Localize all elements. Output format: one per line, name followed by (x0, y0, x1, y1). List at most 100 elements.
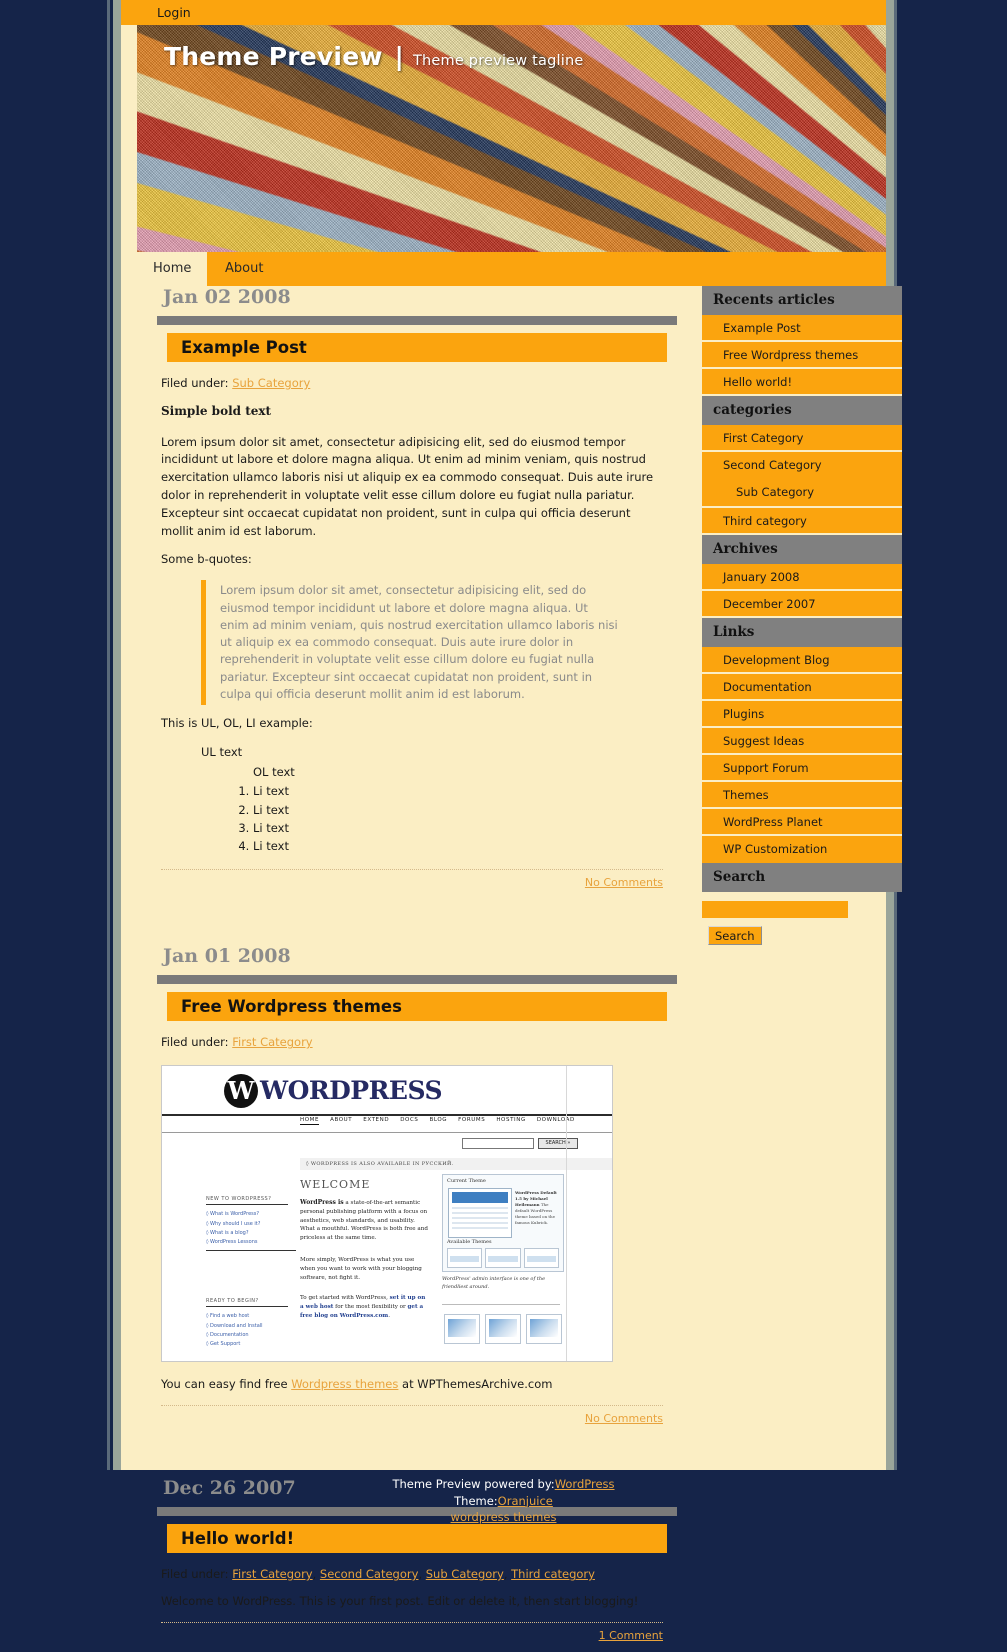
widget-search: Search Search (702, 863, 902, 948)
wp-nav-item: ABOUT (330, 1117, 353, 1124)
post-blockquote: Lorem ipsum dolor sit amet, consectetur … (201, 580, 620, 706)
list-item[interactable]: Support Forum (702, 755, 902, 782)
sidebar-link[interactable]: WP Customization (702, 836, 902, 863)
sidebar-link[interactable]: WordPress Planet (702, 809, 902, 836)
category-link[interactable]: First Category (232, 1035, 312, 1049)
footer-theme-label: Theme: (454, 1493, 498, 1508)
wp-sidebar-link: ◊ WordPress Lessons (206, 1239, 258, 1246)
list-item[interactable]: December 2007 (702, 591, 902, 618)
wp-sidebar-link: ◊ What is a blog? (206, 1229, 249, 1236)
post-title-bar[interactable]: Example Post (167, 333, 667, 362)
wp-p3-before: To get started with WordPress, (300, 1295, 390, 1302)
comments-link[interactable]: 1 Comment (599, 1629, 663, 1642)
main-column: Jan 02 2008 Example Post Filed under: Su… (157, 286, 691, 1652)
wp-panel-preview-icon (448, 1188, 512, 1239)
tab-about[interactable]: About (209, 252, 279, 286)
category-link[interactable]: First Category (232, 1567, 312, 1581)
category-sub: Sub Category (702, 479, 902, 506)
category-link[interactable]: Third category (511, 1567, 595, 1581)
sidebar-link[interactable]: Documentation (702, 674, 902, 701)
filed-under-label: Filed under: (161, 1035, 229, 1050)
footer-powered-label: Theme Preview powered by: (392, 1477, 555, 1491)
list-example: UL text OL text Li text Li text Li text … (201, 744, 661, 856)
wp-panel-current-label: Current Theme (447, 1178, 486, 1185)
list-item[interactable]: Development Blog (702, 647, 902, 674)
sidebar-link[interactable]: Development Blog (702, 647, 902, 674)
list-item[interactable]: Suggest Ideas (702, 728, 902, 755)
wp-preview-line (452, 1212, 508, 1215)
sidebar-link[interactable]: Support Forum (702, 755, 902, 782)
sidebar-link[interactable]: Hello world! (702, 369, 902, 396)
widget-title: Recents articles (702, 286, 902, 315)
ol-text: OL text (253, 764, 295, 779)
post-date: Jan 01 2008 (163, 945, 291, 968)
category-link[interactable]: Second Category (320, 1567, 419, 1581)
sidebar-link[interactable]: Second Category (702, 452, 902, 479)
list-item[interactable]: First Category (702, 425, 902, 452)
sidebar-link[interactable]: Themes (702, 782, 902, 809)
sidebar-link[interactable]: First Category (702, 425, 902, 452)
wp-third-paragraph: To get started with WordPress, set it up… (300, 1294, 428, 1320)
sidebar-link[interactable]: Example Post (702, 315, 902, 342)
list-item[interactable]: Third category (702, 508, 902, 535)
wordpress-themes-link[interactable]: wordpress themes (451, 1510, 557, 1524)
list-item[interactable]: Free Wordpress themes (702, 342, 902, 369)
wp-sidebar-link: ◊ Documentation (206, 1331, 249, 1338)
wp-preview-titlebar (452, 1192, 508, 1204)
category-link[interactable]: Sub Category (232, 376, 310, 390)
wp-rule-top (162, 1114, 612, 1117)
login-link[interactable]: Login (157, 5, 191, 20)
post-meta-filed: Filed under: First Category (161, 1035, 691, 1049)
list-item[interactable]: Hello world! (702, 369, 902, 396)
wp-sidebar-link: ◊ Find a web host (206, 1313, 250, 1320)
comments-link[interactable]: No Comments (585, 1412, 663, 1425)
category-link[interactable]: Sub Category (426, 1567, 504, 1581)
sidebar-link[interactable]: Third category (702, 508, 902, 535)
wp-themes-panel: Current Theme WordPress Default 1.5 by M… (442, 1174, 564, 1273)
post-title-bar[interactable]: Hello world! (167, 1524, 667, 1554)
sidebar-link[interactable]: Suggest Ideas (702, 728, 902, 755)
filed-under-label: Filed under: (161, 1567, 229, 1582)
list-item[interactable]: January 2008 (702, 564, 902, 591)
ul-text: UL text (201, 744, 243, 759)
wp-sidebar-link: ◊ Download and Install (206, 1322, 263, 1329)
list-item[interactable]: Documentation (702, 674, 902, 701)
sidebar-link[interactable]: December 2007 (702, 591, 902, 618)
list-item[interactable]: WP Customization (702, 836, 902, 863)
widget-categories: categories First Category Second Categor… (702, 396, 902, 535)
search-form: Search (702, 892, 902, 948)
list-item[interactable]: WordPress Planet (702, 809, 902, 836)
widget-items: Development Blog Documentation Plugins S… (702, 647, 902, 863)
wp-preview-line (452, 1207, 508, 1210)
wp-second-paragraph: More simply, WordPress is what you use w… (300, 1257, 422, 1281)
search-input[interactable] (702, 901, 848, 918)
tab-home[interactable]: Home (137, 252, 208, 286)
sidebar-link[interactable]: January 2008 (702, 564, 902, 591)
comments-link[interactable]: No Comments (585, 876, 663, 889)
widget-recent-articles: Recents articles Example Post Free Wordp… (702, 286, 902, 396)
wp-sidebar-link: ◊ Get Support (206, 1341, 241, 1348)
wp-sidebar-link: ◊ What is WordPress? (206, 1211, 260, 1218)
list-item[interactable]: Example Post (702, 315, 902, 342)
post-title-bar[interactable]: Free Wordpress themes (167, 992, 667, 1022)
list-item[interactable]: Themes (702, 782, 902, 809)
sidebar-link[interactable]: Free Wordpress themes (702, 342, 902, 369)
caption-link[interactable]: Wordpress themes (291, 1377, 398, 1391)
wp-sidebar-link: ◊ Why should I use it? (206, 1220, 261, 1227)
ordered-list: Li text Li text Li text Li text (201, 783, 661, 855)
list-item[interactable]: Plugins (702, 701, 902, 728)
widget-title: Archives (702, 535, 902, 564)
wordpress-wordmark: WORDPRESS (260, 1076, 443, 1106)
theme-link[interactable]: Oranjuice (498, 1494, 553, 1508)
wp-welcome-heading: WELCOME (300, 1178, 371, 1192)
wordpress-link[interactable]: WordPress (555, 1477, 615, 1491)
wp-p3-after: . (388, 1312, 390, 1319)
sidebar-link[interactable]: Plugins (702, 701, 902, 728)
list-item: Li text (253, 802, 661, 819)
post-body: Welcome to WordPress. This is your first… (161, 1593, 661, 1611)
embedded-wordpress-screenshot[interactable]: W WORDPRESS HOME ABOUT EXTEND DOCS BLOG FORUM… (161, 1065, 613, 1363)
search-button[interactable]: Search (708, 926, 762, 945)
post-entry: Jan 01 2008 Free Wordpress themes Filed … (157, 945, 691, 1425)
post-meta-filed: Filed under: First Category, Second Cate… (161, 1567, 595, 1582)
sidebar-sublink[interactable]: Sub Category (702, 479, 902, 506)
